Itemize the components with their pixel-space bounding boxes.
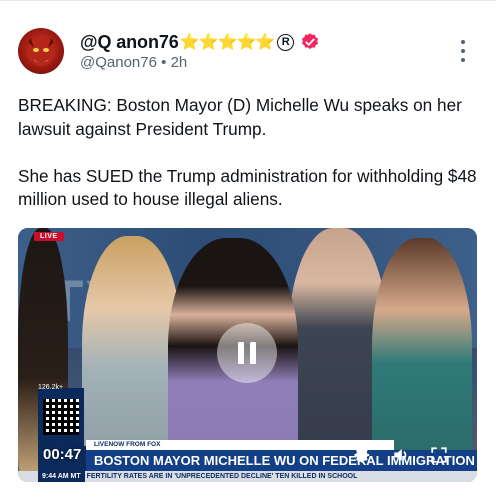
separator: • [161,54,167,71]
source-tag: LIVENOW FROM FOX [86,440,394,450]
news-crawl: 9:44 AM MT FERTILITY RATES ARE IN 'UNPRE… [18,471,477,482]
avatar-image [27,38,55,66]
top-divider [0,0,496,1]
display-name[interactable]: @Q anon76 [80,32,179,53]
viewer-count: 126.2k+ [38,384,64,391]
fullscreen-icon[interactable] [428,444,450,466]
handle-row: @Qanon76 • 2h [80,54,187,71]
post-text-paragraph-2: She has SUED the Trump administration fo… [18,165,477,210]
registered-icon: R [277,33,295,51]
timestamp[interactable]: 2h [171,54,188,71]
verified-badge-icon [302,33,319,50]
elapsed-time: 00:47 [43,446,82,463]
qr-code [43,399,79,435]
video-player[interactable]: TY LIVE 126.2k+ LIVENOW FROM FOX BOSTON … [18,228,477,482]
pause-icon[interactable] [217,323,277,383]
qr-panel [38,388,84,446]
live-tag: LIVE [34,232,64,241]
crawl-time: 9:44 AM MT [38,471,85,482]
author-name-row: @Q anon76 ⭐⭐⭐⭐⭐ R [80,30,320,54]
post-text: BREAKING: Boston Mayor (D) Michelle Wu s… [18,94,478,212]
avatar[interactable] [18,28,64,74]
volume-icon[interactable] [390,444,412,466]
more-options-icon[interactable] [456,40,470,62]
handle[interactable]: @Qanon76 [80,54,157,71]
post-text-paragraph-1: BREAKING: Boston Mayor (D) Michelle Wu s… [18,95,462,139]
crawl-text: FERTILITY RATES ARE IN 'UNPRECEDENTED DE… [86,473,358,480]
star-icon: ⭐⭐⭐⭐⭐ [179,34,276,51]
settings-icon[interactable] [351,444,373,466]
headline-banner: BOSTON MAYOR MICHELLE WU ON FEDERAL IMMI… [86,450,477,471]
